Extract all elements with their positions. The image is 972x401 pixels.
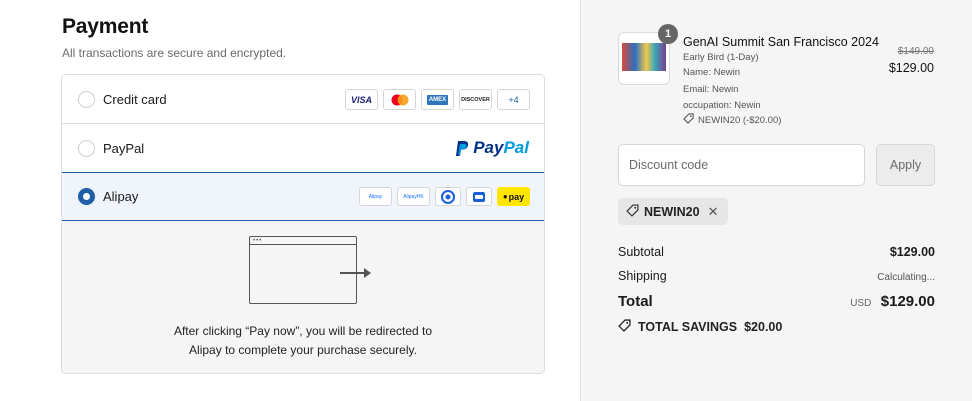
alipayhk-icon: AlipayHK <box>397 187 430 206</box>
tag-icon <box>683 113 694 127</box>
applied-discount-chip: NEWIN20 ✕ <box>618 198 729 225</box>
redirect-line-2: Alipay to complete your purchase securel… <box>189 343 417 357</box>
total-savings: TOTAL SAVINGS $20.00 <box>618 319 782 335</box>
mastercard-icon <box>383 89 416 110</box>
credit-card-label: Credit card <box>103 91 167 107</box>
payment-method-credit-card[interactable]: Credit card VISA AMEX DISCOVER +4 <box>62 75 544 124</box>
total-currency: USD <box>850 298 872 309</box>
kakaopay-icon: ● pay <box>497 187 530 206</box>
product-variant: Early Bird (1-Day) <box>683 52 759 63</box>
redirect-panel: ••• After clicking “Pay now”, you will b… <box>62 221 544 373</box>
payment-subtitle: All transactions are secure and encrypte… <box>62 46 287 60</box>
amex-icon: AMEX <box>421 89 454 110</box>
visa-icon: VISA <box>345 89 378 110</box>
payment-title: Payment <box>62 15 149 38</box>
product-price: $129.00 <box>888 61 934 75</box>
total-value: $129.00 <box>880 293 935 310</box>
payment-section: Payment All transactions are secure and … <box>0 0 580 401</box>
discover-icon: DISCOVER <box>459 89 492 110</box>
alipay-logos: Alipay AlipayHK ● pay <box>359 187 530 206</box>
alipay-radio[interactable] <box>78 188 95 205</box>
order-summary: GenAI Summit San Francisco 2024 Early Bi… <box>580 0 972 401</box>
redirect-message: After clicking “Pay now”, you will be re… <box>62 322 544 360</box>
product-occupation-field: occupation: Newin <box>683 100 761 111</box>
savings-value: $20.00 <box>744 320 783 334</box>
alipay-label: Alipay <box>103 189 139 204</box>
alipay-icon: Alipay <box>359 187 392 206</box>
more-cards-badge: +4 <box>497 89 530 110</box>
shipping-row: Shipping Calculating... <box>618 269 935 283</box>
remove-discount-icon[interactable]: ✕ <box>708 204 719 220</box>
savings-tag-icon <box>618 319 631 335</box>
dana-wallet-icon <box>466 187 492 206</box>
subtotal-row: Subtotal $129.00 <box>618 245 935 259</box>
applied-code: NEWIN20 <box>644 204 700 219</box>
paypal-logo-icon: PayPal <box>455 138 529 158</box>
redirect-arrow-head <box>364 268 371 278</box>
total-row: Total USD $129.00 <box>618 293 935 311</box>
payment-method-paypal[interactable]: PayPal PayPal <box>62 124 544 173</box>
savings-label: TOTAL SAVINGS <box>638 320 738 334</box>
subtotal-value: $129.00 <box>889 245 935 259</box>
shipping-label: Shipping <box>618 269 667 283</box>
apply-discount-button[interactable]: Apply <box>876 144 935 186</box>
discount-code-input[interactable] <box>618 144 865 186</box>
shipping-value: Calculating... <box>877 272 935 283</box>
credit-card-radio[interactable] <box>78 90 95 108</box>
original-price: $149.00 <box>897 46 934 57</box>
payment-methods: Credit card VISA AMEX DISCOVER +4 PayPal… <box>61 74 545 374</box>
gcash-icon <box>435 187 461 206</box>
paypal-radio[interactable] <box>78 139 95 157</box>
card-logos: VISA AMEX DISCOVER +4 <box>345 89 530 110</box>
payment-method-alipay[interactable]: Alipay Alipay AlipayHK ● pay <box>62 172 544 221</box>
subtotal-label: Subtotal <box>618 245 664 259</box>
browser-window-icon: ••• <box>249 236 357 304</box>
total-label: Total <box>618 293 653 310</box>
tag-icon <box>626 203 639 220</box>
quantity-badge: 1 <box>658 24 678 44</box>
product-discount-line: NEWIN20 (-$20.00) <box>683 113 781 127</box>
product-email-field: Email: Newin <box>683 84 739 95</box>
product-name-field: Name: Newin <box>683 67 741 78</box>
product-name: GenAI Summit San Francisco 2024 <box>683 35 879 49</box>
redirect-line-1: After clicking “Pay now”, you will be re… <box>173 324 433 338</box>
paypal-label: PayPal <box>103 140 145 156</box>
